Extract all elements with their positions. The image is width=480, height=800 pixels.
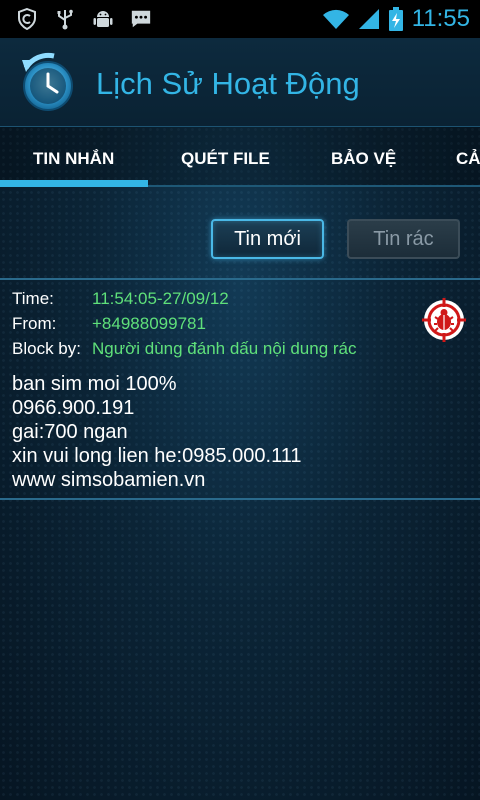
active-tab-indicator bbox=[0, 180, 148, 187]
tab-protection[interactable]: BẢO VỆ bbox=[331, 149, 396, 169]
tab-settings[interactable]: CẢ bbox=[456, 149, 480, 169]
from-label: From: bbox=[12, 314, 57, 333]
battery-charging-icon bbox=[388, 7, 404, 31]
message-body-line: 0966.900.191 bbox=[12, 397, 135, 419]
tab-scan-file[interactable]: QUÉT FILE bbox=[181, 149, 270, 169]
status-bar: 11:55 bbox=[0, 0, 480, 38]
android-debug-icon bbox=[92, 8, 114, 30]
usb-icon bbox=[54, 8, 76, 30]
signal-icon bbox=[358, 8, 380, 30]
message-body-line: www simsobamien.vn bbox=[12, 469, 206, 491]
block-by-value: Người dùng đánh dấu nội dung rác bbox=[92, 339, 357, 358]
shield-icon bbox=[16, 8, 38, 30]
tab-messages[interactable]: TIN NHẮN bbox=[33, 149, 114, 169]
list-divider bbox=[0, 278, 480, 280]
list-divider bbox=[0, 498, 480, 500]
clock-time: 11:55 bbox=[411, 5, 470, 32]
message-body-line: xin vui long lien he:0985.000.111 bbox=[12, 445, 302, 467]
page-title: Lịch Sử Hoạt Động bbox=[96, 66, 360, 101]
spam-messages-button[interactable]: Tin rác bbox=[347, 219, 460, 259]
chat-icon bbox=[130, 8, 152, 30]
tab-bar: TIN NHẮN QUÉT FILE BẢO VỆ CẢ bbox=[0, 127, 480, 187]
spam-bug-icon[interactable] bbox=[422, 298, 466, 342]
from-value: +84988099781 bbox=[92, 314, 206, 333]
history-clock-icon[interactable] bbox=[14, 48, 78, 114]
block-by-label: Block by: bbox=[12, 339, 81, 358]
message-body-line: gai:700 ngan bbox=[12, 421, 128, 443]
message-body-line: ban sim moi 100% bbox=[12, 373, 177, 395]
wifi-icon bbox=[322, 8, 350, 30]
time-label: Time: bbox=[12, 289, 54, 308]
new-messages-button[interactable]: Tin mới bbox=[211, 219, 324, 259]
app-header: Lịch Sử Hoạt Động bbox=[0, 38, 480, 127]
time-value: 11:54:05-27/09/12 bbox=[92, 289, 229, 308]
